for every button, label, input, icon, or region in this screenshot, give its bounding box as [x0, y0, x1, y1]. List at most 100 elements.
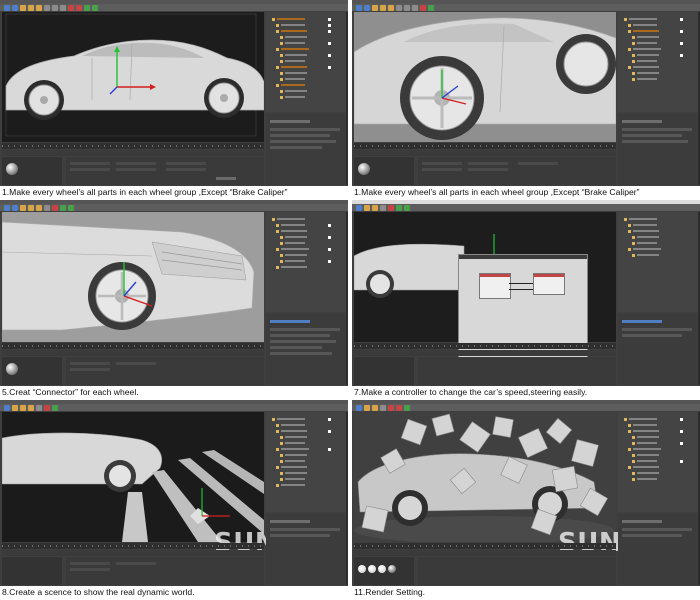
- playback-controls[interactable]: [354, 150, 616, 156]
- axis-x-icon[interactable]: [380, 204, 386, 211]
- scale-icon[interactable]: [28, 4, 34, 11]
- render-settings-icon[interactable]: [76, 4, 82, 11]
- material-manager[interactable]: [2, 357, 62, 385]
- material-ball-icon[interactable]: [358, 163, 370, 175]
- attribute-manager[interactable]: [618, 114, 698, 185]
- axis-x-icon[interactable]: [380, 404, 386, 411]
- material-ball-icon[interactable]: [378, 565, 386, 573]
- render-icon[interactable]: [388, 404, 394, 411]
- scale-icon[interactable]: [380, 4, 386, 11]
- scale-icon[interactable]: [20, 404, 26, 411]
- render-icon[interactable]: [52, 204, 58, 211]
- rotate-icon[interactable]: [36, 4, 42, 11]
- panel-tabs[interactable]: [346, 412, 348, 585]
- panel-tabs[interactable]: [346, 212, 348, 385]
- rotate-icon[interactable]: [28, 404, 34, 411]
- material-manager[interactable]: [2, 157, 62, 185]
- cube-icon[interactable]: [404, 404, 410, 411]
- material-manager[interactable]: [2, 557, 62, 585]
- undo-icon[interactable]: [356, 404, 362, 411]
- cube-icon[interactable]: [84, 4, 90, 11]
- timeline[interactable]: [354, 143, 616, 149]
- attribute-manager[interactable]: [266, 514, 346, 585]
- attribute-manager[interactable]: [618, 514, 698, 585]
- render-view[interactable]: [354, 412, 616, 542]
- timeline[interactable]: [354, 543, 616, 549]
- playback-controls[interactable]: [354, 550, 616, 556]
- viewport[interactable]: [354, 12, 616, 142]
- axis-x-icon[interactable]: [396, 4, 402, 11]
- spline-icon[interactable]: [68, 204, 74, 211]
- scale-icon[interactable]: [372, 404, 378, 411]
- object-manager[interactable]: [266, 212, 346, 312]
- cube-icon[interactable]: [396, 204, 402, 211]
- axis-x-icon[interactable]: [44, 4, 50, 11]
- coordinate-manager[interactable]: [418, 557, 616, 585]
- redo-icon[interactable]: [12, 204, 18, 211]
- object-manager[interactable]: [618, 412, 698, 512]
- scale-icon[interactable]: [372, 204, 378, 211]
- attribute-manager[interactable]: [266, 314, 346, 385]
- material-ball-icon[interactable]: [368, 565, 376, 573]
- playback-controls[interactable]: [2, 150, 264, 156]
- move-icon[interactable]: [364, 204, 370, 211]
- wheel-node[interactable]: [533, 273, 565, 295]
- undo-icon[interactable]: [4, 404, 10, 411]
- material-manager[interactable]: [354, 357, 414, 385]
- coordinate-manager[interactable]: [418, 157, 616, 185]
- viewport[interactable]: [2, 212, 264, 342]
- undo-icon[interactable]: [4, 4, 10, 11]
- move-icon[interactable]: [12, 404, 18, 411]
- viewport[interactable]: [2, 412, 264, 542]
- object-manager[interactable]: [618, 12, 698, 112]
- render-icon[interactable]: [44, 404, 50, 411]
- render-icon[interactable]: [388, 204, 394, 211]
- timeline[interactable]: [2, 343, 264, 349]
- cube-icon[interactable]: [52, 404, 58, 411]
- window-title-bar[interactable]: [459, 255, 587, 259]
- material-ball-icon[interactable]: [388, 565, 396, 573]
- redo-icon[interactable]: [364, 4, 370, 11]
- cube-icon[interactable]: [60, 204, 66, 211]
- coordinate-manager[interactable]: [66, 157, 264, 185]
- move-icon[interactable]: [364, 404, 370, 411]
- axis-x-icon[interactable]: [44, 204, 50, 211]
- attribute-manager[interactable]: [618, 314, 698, 385]
- object-manager[interactable]: [266, 412, 346, 512]
- axis-y-icon[interactable]: [404, 4, 410, 11]
- move-icon[interactable]: [372, 4, 378, 11]
- object-manager[interactable]: [266, 12, 346, 112]
- viewport[interactable]: [2, 12, 264, 142]
- material-ball-icon[interactable]: [6, 163, 18, 175]
- rotate-icon[interactable]: [388, 4, 394, 11]
- panel-tabs[interactable]: [346, 12, 348, 185]
- undo-icon[interactable]: [4, 204, 10, 211]
- render-icon[interactable]: [68, 4, 74, 11]
- object-manager[interactable]: [618, 212, 698, 312]
- spline-icon[interactable]: [92, 4, 98, 11]
- attribute-manager[interactable]: [266, 114, 346, 185]
- axis-z-icon[interactable]: [412, 4, 418, 11]
- axis-z-icon[interactable]: [60, 4, 66, 11]
- coordinate-manager[interactable]: [418, 357, 616, 385]
- playback-controls[interactable]: [354, 350, 616, 356]
- redo-icon[interactable]: [12, 4, 18, 11]
- coordinate-manager[interactable]: [66, 557, 264, 585]
- material-ball-icon[interactable]: [358, 565, 366, 573]
- render-settings-icon[interactable]: [396, 404, 402, 411]
- move-icon[interactable]: [20, 4, 26, 11]
- scale-icon[interactable]: [28, 204, 34, 211]
- render-icon[interactable]: [420, 4, 426, 11]
- timeline[interactable]: [354, 343, 616, 349]
- axis-x-icon[interactable]: [36, 404, 42, 411]
- rotate-icon[interactable]: [36, 204, 42, 211]
- move-icon[interactable]: [20, 204, 26, 211]
- timeline[interactable]: [2, 143, 264, 149]
- undo-icon[interactable]: [356, 204, 362, 211]
- coordinate-manager[interactable]: [66, 357, 264, 385]
- cube-icon[interactable]: [428, 4, 434, 11]
- material-ball-icon[interactable]: [6, 363, 18, 375]
- axis-y-icon[interactable]: [52, 4, 58, 11]
- material-manager[interactable]: [354, 557, 414, 585]
- material-manager[interactable]: [354, 157, 414, 185]
